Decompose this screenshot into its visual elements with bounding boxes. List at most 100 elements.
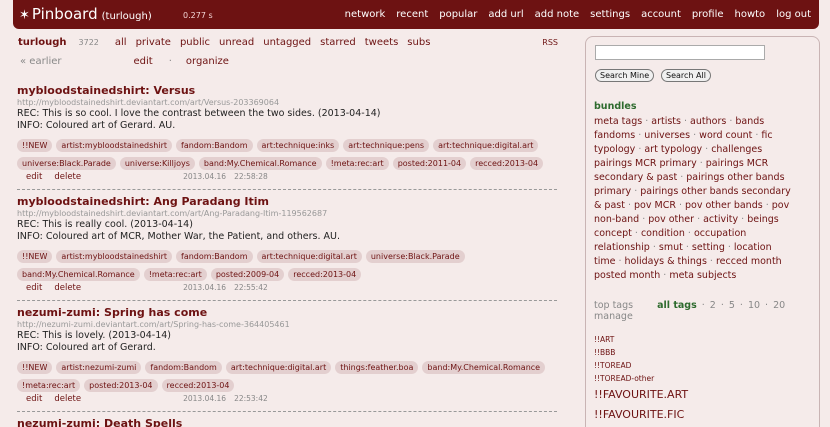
bookmark-title[interactable]: nezumi-zumi: Death Spells <box>17 417 557 427</box>
nav-settings[interactable]: settings <box>590 9 630 20</box>
tag-chip[interactable]: recced:2013-04 <box>288 268 362 281</box>
bookmark-url[interactable]: http://mybloodstainedshirt.deviantart.co… <box>17 208 557 219</box>
nav-recent[interactable]: recent <box>396 9 428 20</box>
bundle-link[interactable]: condition <box>641 228 685 239</box>
manage-tags-link[interactable]: manage <box>594 311 785 322</box>
tag-chip[interactable]: band:My.Chemical.Romance <box>17 268 140 281</box>
nav-log-out[interactable]: log out <box>776 9 811 20</box>
tag-chip[interactable]: posted:2011-04 <box>392 157 467 170</box>
bundle-link[interactable]: authors <box>690 116 726 127</box>
tag-chip[interactable]: artist:mybloodstainedshirt <box>56 250 173 263</box>
filter-public[interactable]: public <box>180 37 210 48</box>
bundle-link[interactable]: recced month <box>716 256 782 267</box>
bundle-link[interactable]: & past <box>594 200 625 211</box>
filter-starred[interactable]: starred <box>320 37 356 48</box>
bundle-link[interactable]: pov <box>772 200 789 211</box>
tag-chip[interactable]: artist:nezumi-zumi <box>56 361 142 374</box>
bookmark-title[interactable]: mybloodstainedshirt: Versus <box>17 84 557 97</box>
tag-count-5[interactable]: 5 <box>729 300 735 311</box>
tag-chip[interactable]: art:technique:digital.art <box>256 250 362 263</box>
delete-link[interactable]: delete <box>54 394 81 404</box>
nav-account[interactable]: account <box>641 9 681 20</box>
bundle-link[interactable]: bands <box>735 116 764 127</box>
bookmark-url[interactable]: http://mybloodstainedshirt.deviantart.co… <box>17 97 557 108</box>
tag-chip[interactable]: fandom:Bandom <box>145 361 222 374</box>
tag-chip[interactable]: !!NEW <box>17 361 53 374</box>
bundle-link[interactable]: secondary & past <box>594 172 677 183</box>
tag-link[interactable]: !!BBB <box>594 346 816 359</box>
tag-count-20[interactable]: 20 <box>773 300 785 311</box>
top-tags-link[interactable]: top tags <box>594 300 633 311</box>
nav-profile[interactable]: profile <box>692 9 724 20</box>
bundle-link[interactable]: activity <box>703 214 738 225</box>
nav-add-url[interactable]: add url <box>488 9 523 20</box>
bundle-link[interactable]: pairings other bands <box>686 172 784 183</box>
bundle-link[interactable]: primary <box>594 186 631 197</box>
filter-unread[interactable]: unread <box>219 37 254 48</box>
bundle-link[interactable]: location <box>734 242 772 253</box>
filter-private[interactable]: private <box>136 37 171 48</box>
bundle-link[interactable]: word count <box>699 130 752 141</box>
bundle-link[interactable]: setting <box>692 242 725 253</box>
tag-chip[interactable]: universe:Black.Parade <box>365 250 465 263</box>
tag-count-2[interactable]: 2 <box>710 300 716 311</box>
tag-link[interactable]: !!FAVOURITE.ART <box>594 385 816 405</box>
edit-link[interactable]: edit <box>26 394 42 404</box>
bundle-link[interactable]: pairings MCR <box>706 158 769 169</box>
bundle-link[interactable]: holidays & things <box>625 256 707 267</box>
tag-chip[interactable]: art:technique:digital.art <box>225 361 332 374</box>
nav-howto[interactable]: howto <box>735 9 766 20</box>
bulk-edit-link[interactable]: edit <box>134 56 153 67</box>
nav-network[interactable]: network <box>345 9 386 20</box>
earlier-link[interactable]: « earlier <box>20 56 62 67</box>
tag-chip[interactable]: !meta:rec:art <box>325 157 389 170</box>
bundle-link[interactable]: pov other bands <box>685 200 763 211</box>
bundle-link[interactable]: meta subjects <box>669 270 736 281</box>
nav-popular[interactable]: popular <box>439 9 477 20</box>
bundle-link[interactable]: artists <box>651 116 681 127</box>
bundle-link[interactable]: occupation <box>694 228 746 239</box>
bundle-link[interactable]: fic <box>761 130 772 141</box>
tag-chip[interactable]: recced:2013-04 <box>161 379 235 392</box>
bundle-link[interactable]: posted month <box>594 270 660 281</box>
search-all-button[interactable]: Search All <box>661 69 711 82</box>
bookmark-url[interactable]: http://nezumi-zumi.deviantart.com/art/Sp… <box>17 319 557 330</box>
bundle-link[interactable]: relationship <box>594 242 650 253</box>
tag-link[interactable]: !!TOREAD-other <box>594 372 816 385</box>
tag-chip[interactable]: !!NEW <box>17 139 53 152</box>
tag-chip[interactable]: !meta:rec:art <box>17 379 81 392</box>
tag-chip[interactable]: posted:2009-04 <box>210 268 285 281</box>
tag-count-10[interactable]: 10 <box>748 300 760 311</box>
all-tags-link[interactable]: all tags <box>657 300 697 311</box>
filter-tweets[interactable]: tweets <box>365 37 399 48</box>
tag-chip[interactable]: band:My.Chemical.Romance <box>198 157 322 170</box>
filter-subs[interactable]: subs <box>407 37 430 48</box>
bundle-link[interactable]: pairings other bands secondary <box>640 186 791 197</box>
search-mine-button[interactable]: Search Mine <box>595 69 655 82</box>
tag-link[interactable]: !!FAVOURITE.FIC <box>594 405 816 425</box>
tag-link[interactable]: !!TOREAD <box>594 359 816 372</box>
edit-link[interactable]: edit <box>26 283 42 293</box>
tag-chip[interactable]: art:technique:inks <box>256 139 340 152</box>
delete-link[interactable]: delete <box>54 283 81 293</box>
tag-chip[interactable]: art:technique:pens <box>343 139 430 152</box>
filter-untagged[interactable]: untagged <box>263 37 311 48</box>
bundle-link[interactable]: typology <box>594 144 635 155</box>
tag-chip[interactable]: fandom:Bandom <box>176 250 253 263</box>
bundle-link[interactable]: art typology <box>644 144 702 155</box>
rss-link[interactable]: RSS <box>542 38 558 47</box>
edit-link[interactable]: edit <box>26 172 42 182</box>
bookmark-title[interactable]: mybloodstainedshirt: Ang Paradang Itim <box>17 195 557 208</box>
tag-chip[interactable]: !!NEW <box>17 250 53 263</box>
delete-link[interactable]: delete <box>54 172 81 182</box>
tag-chip[interactable]: band:My.Chemical.Romance <box>422 361 546 374</box>
tag-chip[interactable]: universe:Black.Parade <box>17 157 116 170</box>
organize-link[interactable]: organize <box>186 56 229 67</box>
tag-link[interactable]: !!ART <box>594 333 816 346</box>
bundle-link[interactable]: pairings MCR primary <box>594 158 697 169</box>
bundle-link[interactable]: non-band <box>594 214 639 225</box>
bundle-link[interactable]: pov MCR <box>634 200 676 211</box>
nav-add-note[interactable]: add note <box>535 9 580 20</box>
tag-chip[interactable]: posted:2013-04 <box>84 379 158 392</box>
bundle-link[interactable]: challenges <box>711 144 762 155</box>
